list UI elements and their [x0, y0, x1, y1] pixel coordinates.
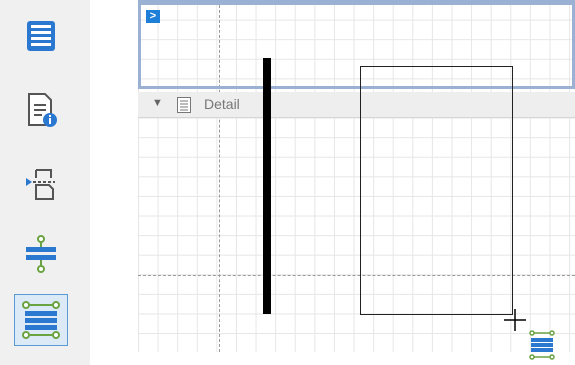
- surface-bottom-margin: [138, 352, 575, 365]
- detail-band-label: Detail: [204, 96, 240, 112]
- rectangle-control[interactable]: [360, 66, 513, 315]
- band-drag-icon: [529, 330, 555, 360]
- report-list-tool[interactable]: [14, 10, 68, 62]
- page-break-icon: [26, 169, 55, 200]
- collapse-arrow-icon[interactable]: ▼: [152, 97, 163, 109]
- band-group-icon: [22, 301, 60, 339]
- list-icon: [27, 21, 55, 51]
- document-info-icon: [28, 93, 57, 127]
- band-expand-button[interactable]: >: [146, 10, 160, 23]
- report-info-tool[interactable]: [14, 84, 68, 136]
- crosshair-cursor-icon: [504, 309, 526, 331]
- band-multiple-tool[interactable]: [14, 294, 68, 346]
- band-split-icon: [26, 235, 56, 273]
- vertical-line-control[interactable]: [263, 58, 271, 314]
- detail-band-icon: [177, 97, 191, 113]
- toolbox-panel: [0, 0, 90, 365]
- band-insert-tool[interactable]: [14, 228, 68, 280]
- insert-page-tool[interactable]: [14, 158, 68, 210]
